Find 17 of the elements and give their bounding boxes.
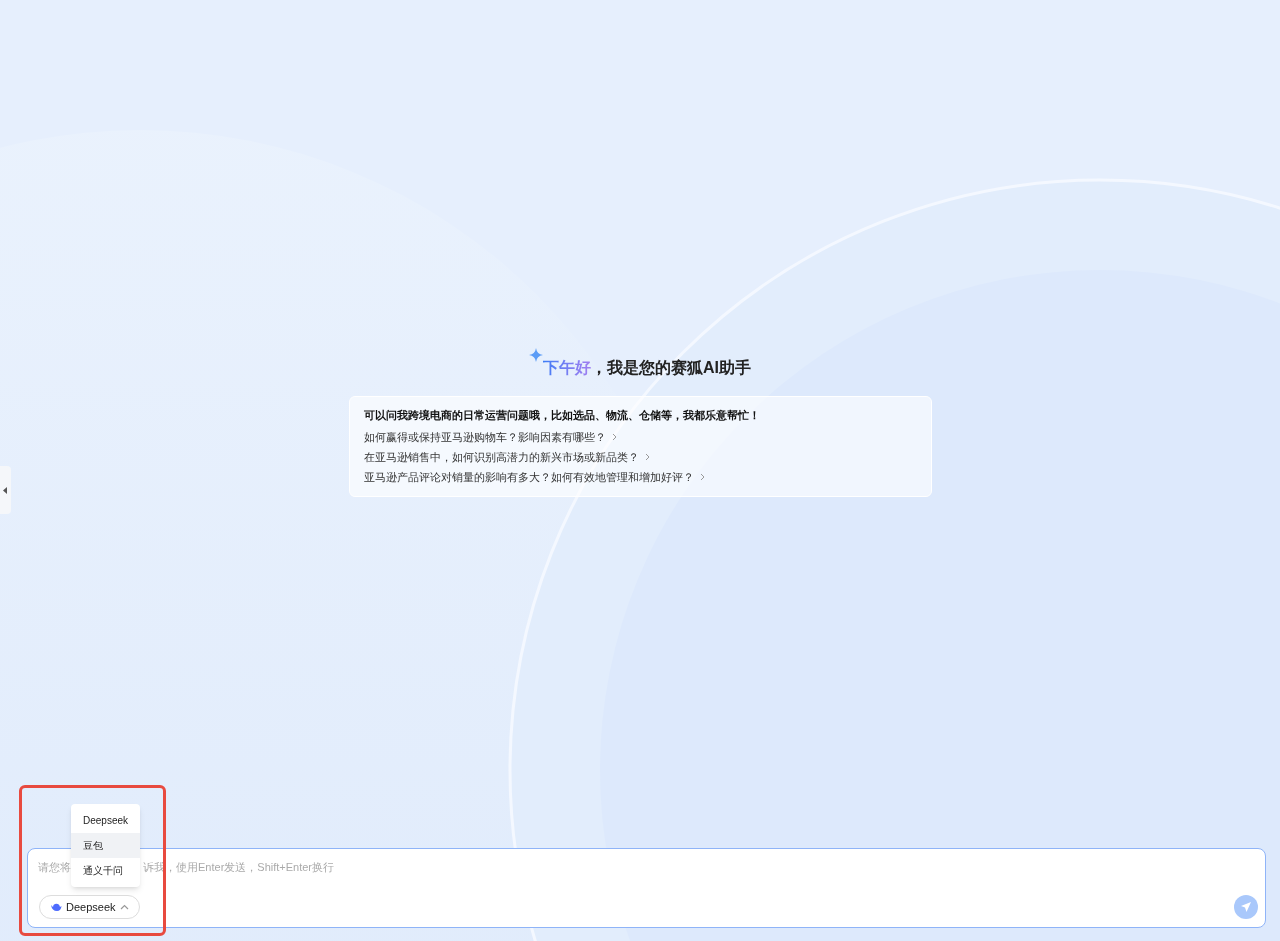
suggestion-link[interactable]: 亚马逊产品评论对销量的影响有多大？如何有效地管理和增加好评？	[363, 467, 917, 487]
chevron-right-icon	[644, 453, 650, 461]
menu-item[interactable]: 通义千问	[71, 858, 140, 883]
suggestion-link[interactable]: 如何赢得或保持亚马逊购物车？影响因素有哪些？	[363, 427, 917, 447]
menu-item[interactable]: Deepseek	[71, 808, 140, 833]
collapse-tab[interactable]	[0, 466, 11, 514]
send-icon	[1240, 901, 1252, 913]
suggestion-link[interactable]: 在亚马逊销售中，如何识别高潜力的新兴市场或新品类？	[363, 447, 917, 467]
greeting-heading: 下午好，我是您的赛狐AI助手	[543, 358, 751, 378]
menu-item[interactable]: 豆包	[71, 833, 140, 858]
model-select-button[interactable]: Deepseek	[39, 895, 140, 919]
chevron-right-icon	[611, 433, 617, 441]
intro-text: 可以问我跨境电商的日常运营问题哦，比如选品、物流、仓储等，我都乐意帮忙！	[363, 408, 761, 423]
chevron-right-icon	[699, 473, 705, 481]
caret-left-icon	[3, 486, 8, 494]
sparkle-icon	[529, 348, 543, 362]
placeholder-text: 请您将	[38, 860, 71, 875]
